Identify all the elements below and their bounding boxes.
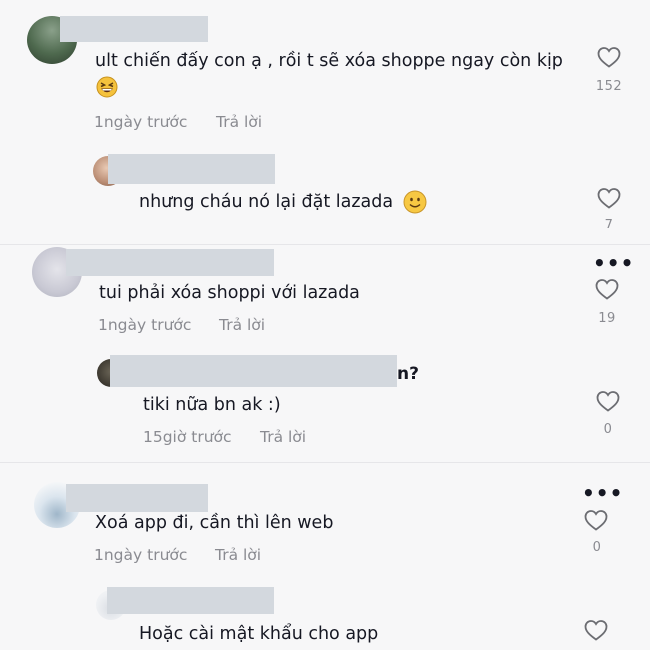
heart-icon[interactable] [583, 508, 609, 532]
heart-icon[interactable] [583, 618, 609, 642]
comment-text: tui phải xóa shoppi với lazada [99, 283, 360, 303]
comment-text-line2 [96, 76, 118, 104]
comment-time: 1ngày trước [94, 546, 188, 564]
username-redacted[interactable] [66, 484, 208, 512]
like-count: 0 [603, 422, 613, 437]
heart-icon[interactable] [595, 389, 621, 413]
comment-time: 15giờ trước [143, 428, 232, 446]
comment-text: Xoá app đi, cần thì lên web [95, 513, 334, 533]
heart-icon[interactable] [596, 45, 622, 69]
comment-text: ult chiến đấy con ạ , rồi t sẽ xóa shopp… [95, 51, 563, 71]
more-options-icon[interactable]: ••• [582, 483, 623, 503]
username-trail: n? [397, 364, 419, 384]
slightly-smiling-face-icon [403, 190, 427, 214]
comment-text: nhưng cháu nó lại đặt lazada [139, 190, 427, 214]
reply-button[interactable]: Trả lời [260, 428, 306, 446]
username-redacted[interactable] [110, 355, 397, 387]
like-count: 19 [598, 311, 616, 326]
reply-button[interactable]: Trả lời [219, 316, 265, 334]
username-redacted[interactable] [108, 154, 275, 184]
comment-time: 1ngày trước [98, 316, 192, 334]
heart-icon[interactable] [596, 186, 622, 210]
like-count: 0 [592, 540, 602, 555]
reply-button[interactable]: Trả lời [215, 546, 261, 564]
username-redacted[interactable] [107, 587, 274, 614]
comment-text: Hoặc cài mật khẩu cho app [139, 624, 379, 644]
username-redacted[interactable] [60, 16, 208, 42]
comment-panel-2 [0, 245, 650, 460]
comment-text: tiki nữa bn ak :) [143, 395, 281, 415]
like-count: 7 [604, 218, 614, 228]
reply-button[interactable]: Trả lời [216, 113, 262, 131]
heart-icon[interactable] [594, 277, 620, 301]
more-options-icon[interactable]: ••• [593, 253, 634, 273]
username-redacted[interactable] [66, 249, 274, 276]
like-count: 152 [595, 79, 623, 94]
comment-time: 1ngày trước [94, 113, 188, 131]
grinning-squint-face-icon [96, 76, 118, 98]
